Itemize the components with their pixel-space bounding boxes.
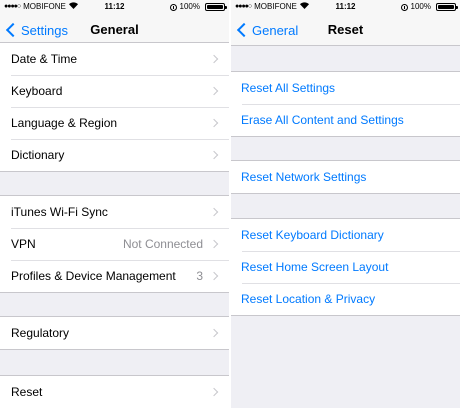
battery-icon <box>205 3 227 11</box>
chevron-right-icon <box>209 118 219 128</box>
vpn-status-value: Not Connected <box>122 237 203 251</box>
row-reset[interactable]: Reset <box>0 376 229 408</box>
chevron-right-icon <box>209 207 219 217</box>
chevron-left-icon <box>5 22 21 38</box>
status-bar: ●●●●○ MOBIFONE 11:12 100% <box>0 0 229 14</box>
reset-screen: ●●●●○ MOBIFONE 11:12 100% General Reset … <box>231 0 460 408</box>
row-label: Reset Network Settings <box>241 170 367 184</box>
row-regulatory[interactable]: Regulatory <box>0 317 229 349</box>
back-button-label: General <box>252 22 299 38</box>
settings-group-2: iTunes Wi-Fi Sync VPN Not Connected Prof… <box>0 195 229 293</box>
reset-all-settings-button[interactable]: Reset All Settings <box>231 72 460 104</box>
chevron-right-icon <box>209 387 219 397</box>
row-label: VPN <box>11 237 36 251</box>
row-label: iTunes Wi-Fi Sync <box>11 205 108 219</box>
row-itunes-wifi-sync[interactable]: iTunes Wi-Fi Sync <box>0 196 229 228</box>
battery-percentage: 100% <box>410 2 431 11</box>
row-vpn[interactable]: VPN Not Connected <box>0 228 229 260</box>
rotation-lock-icon <box>169 3 177 11</box>
row-dictionary[interactable]: Dictionary <box>0 139 229 171</box>
reset-keyboard-dictionary-button[interactable]: Reset Keyboard Dictionary <box>231 219 460 251</box>
row-keyboard[interactable]: Keyboard <box>0 75 229 107</box>
back-button-general[interactable]: General <box>235 14 298 46</box>
battery-icon <box>436 3 458 11</box>
row-label: Reset All Settings <box>241 81 336 95</box>
chevron-right-icon <box>209 54 219 64</box>
row-label: Reset Home Screen Layout <box>241 260 389 274</box>
profiles-count-value: 3 <box>196 269 203 283</box>
navigation-bar: General Reset <box>231 14 460 46</box>
chevron-right-icon <box>209 150 219 160</box>
status-bar: ●●●●○ MOBIFONE 11:12 100% <box>231 0 460 14</box>
erase-all-content-button[interactable]: Erase All Content and Settings <box>231 104 460 136</box>
reset-group-3: Reset Keyboard Dictionary Reset Home Scr… <box>231 218 460 316</box>
reset-group-1: Reset All Settings Erase All Content and… <box>231 71 460 137</box>
reset-home-screen-layout-button[interactable]: Reset Home Screen Layout <box>231 251 460 283</box>
reset-location-privacy-button[interactable]: Reset Location & Privacy <box>231 283 460 315</box>
row-profiles-device-management[interactable]: Profiles & Device Management 3 <box>0 260 229 292</box>
row-label: Reset Keyboard Dictionary <box>241 228 384 242</box>
reset-group-2: Reset Network Settings <box>231 160 460 194</box>
back-button-label: Settings <box>21 22 68 38</box>
row-label: Regulatory <box>11 326 70 340</box>
settings-group-1: Date & Time Keyboard Language & Region D… <box>0 42 229 172</box>
row-label: Reset Location & Privacy <box>241 292 376 306</box>
rotation-lock-icon <box>400 3 408 11</box>
row-label: Date & Time <box>11 52 78 66</box>
row-language-region[interactable]: Language & Region <box>0 107 229 139</box>
settings-group-3: Regulatory <box>0 316 229 350</box>
row-date-time[interactable]: Date & Time <box>0 43 229 75</box>
reset-network-settings-button[interactable]: Reset Network Settings <box>231 161 460 193</box>
row-label: Dictionary <box>11 148 65 162</box>
general-screen: ●●●●○ MOBIFONE 11:12 100% Settings Gener… <box>0 0 229 408</box>
row-label: Language & Region <box>11 116 118 130</box>
row-label: Reset <box>11 385 43 399</box>
settings-group-4: Reset <box>0 375 229 408</box>
chevron-right-icon <box>209 328 219 338</box>
chevron-right-icon <box>209 239 219 249</box>
battery-percentage: 100% <box>179 2 200 11</box>
chevron-left-icon <box>236 22 252 38</box>
row-label: Keyboard <box>11 84 63 98</box>
row-label: Erase All Content and Settings <box>241 113 404 127</box>
row-label: Profiles & Device Management <box>11 269 176 283</box>
chevron-right-icon <box>209 86 219 96</box>
chevron-right-icon <box>209 271 219 281</box>
